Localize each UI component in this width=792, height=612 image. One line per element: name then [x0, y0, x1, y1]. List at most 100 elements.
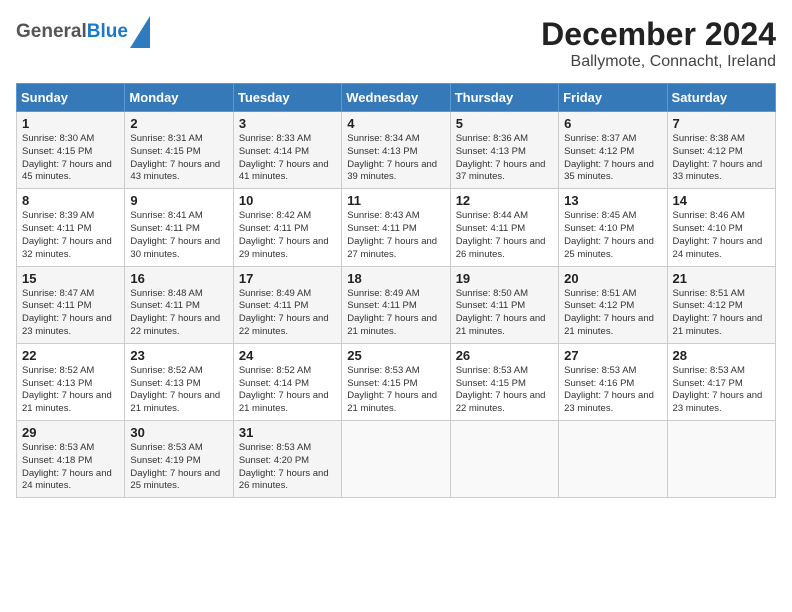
- day-number: 29: [22, 425, 119, 440]
- sunset: Sunset: 4:15 PM: [22, 146, 92, 157]
- day-of-week-header: Friday: [559, 84, 667, 112]
- day-info: Sunrise: 8:49 AM Sunset: 4:11 PM Dayligh…: [239, 288, 336, 339]
- daylight: Daylight: 7 hours and 35 minutes.: [564, 159, 654, 183]
- calendar-cell: 30 Sunrise: 8:53 AM Sunset: 4:19 PM Dayl…: [125, 421, 233, 498]
- sunrise: Sunrise: 8:52 AM: [22, 365, 94, 376]
- day-number: 15: [22, 271, 119, 286]
- day-number: 19: [456, 271, 553, 286]
- logo-icon: [130, 16, 150, 48]
- calendar-cell: 9 Sunrise: 8:41 AM Sunset: 4:11 PM Dayli…: [125, 189, 233, 266]
- calendar-cell: 26 Sunrise: 8:53 AM Sunset: 4:15 PM Dayl…: [450, 343, 558, 420]
- day-of-week-header: Wednesday: [342, 84, 450, 112]
- sunrise: Sunrise: 8:53 AM: [347, 365, 419, 376]
- day-number: 8: [22, 193, 119, 208]
- sunset: Sunset: 4:11 PM: [239, 223, 309, 234]
- sunrise: Sunrise: 8:52 AM: [130, 365, 202, 376]
- day-info: Sunrise: 8:53 AM Sunset: 4:17 PM Dayligh…: [673, 365, 770, 416]
- calendar-cell: 29 Sunrise: 8:53 AM Sunset: 4:18 PM Dayl…: [17, 421, 125, 498]
- sunset: Sunset: 4:11 PM: [347, 223, 417, 234]
- sunset: Sunset: 4:11 PM: [22, 223, 92, 234]
- sunrise: Sunrise: 8:53 AM: [564, 365, 636, 376]
- day-info: Sunrise: 8:36 AM Sunset: 4:13 PM Dayligh…: [456, 133, 553, 184]
- day-info: Sunrise: 8:38 AM Sunset: 4:12 PM Dayligh…: [673, 133, 770, 184]
- sunset: Sunset: 4:13 PM: [347, 146, 417, 157]
- daylight: Daylight: 7 hours and 21 minutes.: [22, 390, 112, 414]
- sunrise: Sunrise: 8:52 AM: [239, 365, 311, 376]
- sunset: Sunset: 4:11 PM: [130, 223, 200, 234]
- day-info: Sunrise: 8:52 AM Sunset: 4:13 PM Dayligh…: [22, 365, 119, 416]
- sunset: Sunset: 4:10 PM: [673, 223, 743, 234]
- daylight: Daylight: 7 hours and 23 minutes.: [673, 390, 763, 414]
- day-of-week-header: Thursday: [450, 84, 558, 112]
- sunrise: Sunrise: 8:49 AM: [239, 288, 311, 299]
- daylight: Daylight: 7 hours and 43 minutes.: [130, 159, 220, 183]
- day-number: 5: [456, 116, 553, 131]
- calendar-cell: 7 Sunrise: 8:38 AM Sunset: 4:12 PM Dayli…: [667, 112, 775, 189]
- sunset: Sunset: 4:14 PM: [239, 146, 309, 157]
- daylight: Daylight: 7 hours and 22 minutes.: [239, 313, 329, 337]
- sunrise: Sunrise: 8:37 AM: [564, 133, 636, 144]
- calendar-cell: 5 Sunrise: 8:36 AM Sunset: 4:13 PM Dayli…: [450, 112, 558, 189]
- daylight: Daylight: 7 hours and 24 minutes.: [673, 236, 763, 260]
- sunrise: Sunrise: 8:50 AM: [456, 288, 528, 299]
- day-number: 28: [673, 348, 770, 363]
- calendar-cell: 3 Sunrise: 8:33 AM Sunset: 4:14 PM Dayli…: [233, 112, 341, 189]
- day-number: 26: [456, 348, 553, 363]
- day-info: Sunrise: 8:51 AM Sunset: 4:12 PM Dayligh…: [564, 288, 661, 339]
- calendar-cell: 19 Sunrise: 8:50 AM Sunset: 4:11 PM Dayl…: [450, 266, 558, 343]
- sunrise: Sunrise: 8:41 AM: [130, 210, 202, 221]
- day-info: Sunrise: 8:41 AM Sunset: 4:11 PM Dayligh…: [130, 210, 227, 261]
- sunrise: Sunrise: 8:43 AM: [347, 210, 419, 221]
- calendar-cell: 10 Sunrise: 8:42 AM Sunset: 4:11 PM Dayl…: [233, 189, 341, 266]
- day-info: Sunrise: 8:31 AM Sunset: 4:15 PM Dayligh…: [130, 133, 227, 184]
- day-info: Sunrise: 8:51 AM Sunset: 4:12 PM Dayligh…: [673, 288, 770, 339]
- sunset: Sunset: 4:15 PM: [130, 146, 200, 157]
- daylight: Daylight: 7 hours and 32 minutes.: [22, 236, 112, 260]
- daylight: Daylight: 7 hours and 22 minutes.: [130, 313, 220, 337]
- calendar-cell: 18 Sunrise: 8:49 AM Sunset: 4:11 PM Dayl…: [342, 266, 450, 343]
- empty-cell: [667, 421, 775, 498]
- day-of-week-header: Monday: [125, 84, 233, 112]
- day-number: 7: [673, 116, 770, 131]
- calendar-cell: 15 Sunrise: 8:47 AM Sunset: 4:11 PM Dayl…: [17, 266, 125, 343]
- day-number: 24: [239, 348, 336, 363]
- page-header: GeneralBlue December 2024 Ballymote, Con…: [16, 16, 776, 71]
- sunset: Sunset: 4:11 PM: [456, 300, 526, 311]
- day-info: Sunrise: 8:43 AM Sunset: 4:11 PM Dayligh…: [347, 210, 444, 261]
- daylight: Daylight: 7 hours and 21 minutes.: [239, 390, 329, 414]
- sunrise: Sunrise: 8:34 AM: [347, 133, 419, 144]
- day-info: Sunrise: 8:53 AM Sunset: 4:19 PM Dayligh…: [130, 442, 227, 493]
- sunrise: Sunrise: 8:53 AM: [239, 442, 311, 453]
- calendar-cell: 8 Sunrise: 8:39 AM Sunset: 4:11 PM Dayli…: [17, 189, 125, 266]
- day-number: 14: [673, 193, 770, 208]
- daylight: Daylight: 7 hours and 25 minutes.: [564, 236, 654, 260]
- sunrise: Sunrise: 8:46 AM: [673, 210, 745, 221]
- sunrise: Sunrise: 8:53 AM: [22, 442, 94, 453]
- day-info: Sunrise: 8:53 AM Sunset: 4:20 PM Dayligh…: [239, 442, 336, 493]
- sunrise: Sunrise: 8:39 AM: [22, 210, 94, 221]
- daylight: Daylight: 7 hours and 33 minutes.: [673, 159, 763, 183]
- day-number: 27: [564, 348, 661, 363]
- sunset: Sunset: 4:13 PM: [456, 146, 526, 157]
- sunset: Sunset: 4:19 PM: [130, 455, 200, 466]
- day-info: Sunrise: 8:50 AM Sunset: 4:11 PM Dayligh…: [456, 288, 553, 339]
- logo-text: GeneralBlue: [16, 22, 128, 43]
- day-number: 22: [22, 348, 119, 363]
- sunset: Sunset: 4:11 PM: [347, 300, 417, 311]
- daylight: Daylight: 7 hours and 25 minutes.: [130, 468, 220, 492]
- calendar-cell: 2 Sunrise: 8:31 AM Sunset: 4:15 PM Dayli…: [125, 112, 233, 189]
- sunrise: Sunrise: 8:38 AM: [673, 133, 745, 144]
- sunrise: Sunrise: 8:42 AM: [239, 210, 311, 221]
- daylight: Daylight: 7 hours and 21 minutes.: [347, 313, 437, 337]
- sunrise: Sunrise: 8:45 AM: [564, 210, 636, 221]
- day-number: 12: [456, 193, 553, 208]
- day-number: 30: [130, 425, 227, 440]
- calendar-cell: 16 Sunrise: 8:48 AM Sunset: 4:11 PM Dayl…: [125, 266, 233, 343]
- day-info: Sunrise: 8:37 AM Sunset: 4:12 PM Dayligh…: [564, 133, 661, 184]
- day-info: Sunrise: 8:53 AM Sunset: 4:16 PM Dayligh…: [564, 365, 661, 416]
- sunset: Sunset: 4:11 PM: [239, 300, 309, 311]
- day-info: Sunrise: 8:47 AM Sunset: 4:11 PM Dayligh…: [22, 288, 119, 339]
- daylight: Daylight: 7 hours and 30 minutes.: [130, 236, 220, 260]
- day-number: 2: [130, 116, 227, 131]
- day-info: Sunrise: 8:33 AM Sunset: 4:14 PM Dayligh…: [239, 133, 336, 184]
